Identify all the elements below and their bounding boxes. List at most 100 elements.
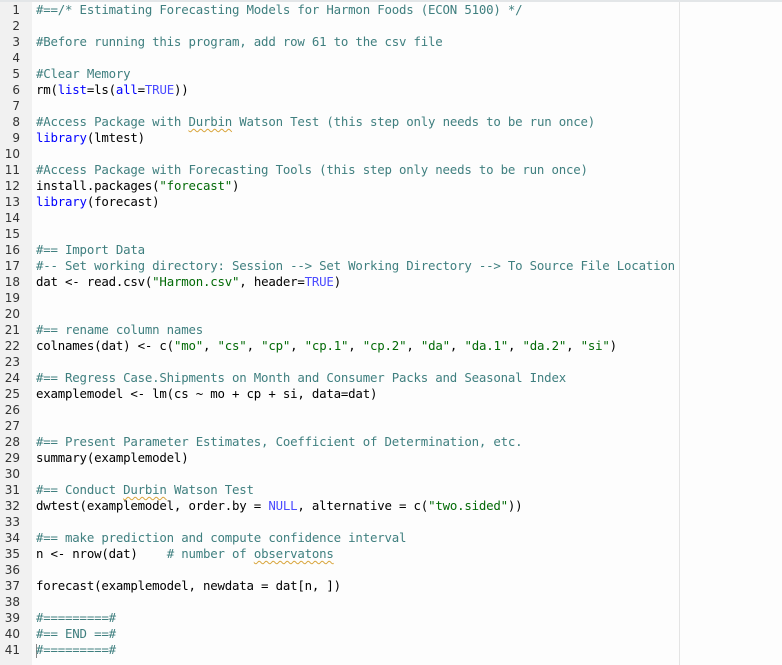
code-text[interactable]: n <- nrow(dat) # number of observatons (36, 546, 334, 562)
code-line[interactable]: 31 #== Conduct Durbin Watson Test (0, 482, 782, 498)
code-line[interactable]: 32 dwtest(examplemodel, order.by = NULL, … (0, 498, 782, 514)
code-text[interactable]: #=========# (36, 642, 116, 658)
code-line[interactable]: 21 #== rename column names (0, 322, 782, 338)
code-editor[interactable]: 1 #==/* Estimating Forecasting Models for… (0, 2, 782, 665)
code-line[interactable]: 8 #Access Package with Durbin Watson Test… (0, 114, 782, 130)
line-number: 28 (4, 435, 20, 449)
code-constant: TRUE (304, 274, 334, 289)
code-line[interactable]: 11 #Access Package with Forecasting Tools… (0, 162, 782, 178)
code-line[interactable]: 18 dat <- read.csv("Harmon.csv", header=T… (0, 274, 782, 290)
code-text[interactable]: #=========# (36, 610, 116, 626)
code-line[interactable]: 3 #Before running this program, add row 6… (0, 34, 782, 50)
code-string: "cp.2" (362, 338, 407, 353)
line-number: 21 (4, 323, 20, 337)
line-number: 36 (4, 563, 20, 577)
code-keyword: library (36, 194, 87, 209)
code-token: rm( (36, 82, 58, 97)
code-string: "da" (420, 338, 450, 353)
code-line[interactable]: 20 (0, 306, 782, 322)
code-line[interactable]: 17 #-- Set working directory: Session -->… (0, 258, 782, 274)
code-text[interactable]: library(forecast) (36, 194, 160, 210)
code-line[interactable]: 12 install.packages("forecast") (0, 178, 782, 194)
code-comment: #Access Package with Forecasting Tools (… (36, 162, 588, 177)
code-line[interactable]: 25 examplemodel <- lm(cs ~ mo + cp + si, … (0, 386, 782, 402)
code-line[interactable]: 14 (0, 210, 782, 226)
code-line[interactable]: 16 #== Import Data (0, 242, 782, 258)
code-text[interactable]: #== rename column names (36, 322, 203, 338)
code-string: "forecast" (159, 178, 233, 193)
code-text[interactable]: #Access Package with Forecasting Tools (… (36, 162, 588, 178)
code-text[interactable]: #== Regress Case.Shipments on Month and … (36, 370, 566, 386)
code-token: ) (333, 274, 341, 289)
code-line[interactable]: 4 (0, 50, 782, 66)
code-string: "cp" (261, 338, 291, 353)
code-line[interactable]: 23 (0, 354, 782, 370)
code-text[interactable]: #Before running this program, add row 61… (36, 34, 443, 50)
code-comment: #== Present Parameter Estimates, Coeffic… (36, 434, 523, 449)
code-line[interactable]: 27 (0, 418, 782, 434)
code-text[interactable]: #== Conduct Durbin Watson Test (36, 482, 254, 498)
code-token: )) (173, 82, 189, 97)
code-text[interactable]: #-- Set working directory: Session --> S… (36, 258, 675, 274)
code-text[interactable]: colnames(dat) <- c("mo", "cs", "cp", "cp… (36, 338, 617, 354)
code-token: , (406, 338, 421, 353)
code-text[interactable]: forecast(examplemodel, newdata = dat[n, … (36, 578, 341, 594)
line-number: 26 (4, 403, 20, 417)
code-line[interactable]: 19 (0, 290, 782, 306)
code-comment: #== Conduct (36, 482, 124, 497)
line-number: 30 (4, 467, 20, 481)
code-lines[interactable]: 1 #==/* Estimating Forecasting Models for… (0, 2, 782, 658)
code-text[interactable]: dwtest(examplemodel, order.by = NULL, al… (36, 498, 523, 514)
code-text[interactable]: summary(examplemodel) (36, 450, 189, 466)
code-text[interactable]: install.packages("forecast") (36, 178, 240, 194)
line-number: 14 (4, 211, 20, 225)
line-number: 5 (12, 67, 20, 81)
code-line[interactable]: 36 (0, 562, 782, 578)
code-line[interactable]: 7 (0, 98, 782, 114)
code-line[interactable]: 41 #=========# (0, 642, 782, 658)
line-number: 23 (4, 355, 20, 369)
code-line[interactable]: 9 library(lmtest) (0, 130, 782, 146)
code-token: , (508, 338, 523, 353)
line-number: 9 (12, 131, 20, 145)
code-text[interactable]: #Clear Memory (36, 66, 131, 82)
code-line[interactable]: 13 library(forecast) (0, 194, 782, 210)
code-line[interactable]: 5 #Clear Memory (0, 66, 782, 82)
code-line[interactable]: 39 #=========# (0, 610, 782, 626)
code-line[interactable]: 30 (0, 466, 782, 482)
code-line[interactable]: 22 colnames(dat) <- c("mo", "cs", "cp", "… (0, 338, 782, 354)
code-line[interactable]: 10 (0, 146, 782, 162)
code-line[interactable]: 28 #== Present Parameter Estimates, Coeff… (0, 434, 782, 450)
code-text[interactable]: #== Present Parameter Estimates, Coeffic… (36, 434, 523, 450)
code-line[interactable]: 38 (0, 594, 782, 610)
code-token: examplemodel <- lm(cs ~ mo + cp + si, da… (36, 386, 378, 401)
print-margin-line (679, 2, 680, 665)
code-token: forecast(examplemodel, newdata = dat[n, … (36, 578, 341, 593)
code-line[interactable]: 29 summary(examplemodel) (0, 450, 782, 466)
code-text[interactable]: #== END ==# (36, 626, 116, 642)
code-text[interactable]: #== Import Data (36, 242, 145, 258)
code-line[interactable]: 15 (0, 226, 782, 242)
code-line[interactable]: 6 rm(list=ls(all=TRUE)) (0, 82, 782, 98)
code-line[interactable]: 34 #== make prediction and compute confid… (0, 530, 782, 546)
code-text[interactable]: rm(list=ls(all=TRUE)) (36, 82, 189, 98)
code-line[interactable]: 1 #==/* Estimating Forecasting Models for… (0, 2, 782, 18)
code-token: ) (232, 178, 240, 193)
code-text[interactable]: library(lmtest) (36, 130, 145, 146)
code-text[interactable]: examplemodel <- lm(cs ~ mo + cp + si, da… (36, 386, 377, 402)
code-text[interactable]: dat <- read.csv("Harmon.csv", header=TRU… (36, 274, 341, 290)
code-token: , (202, 338, 218, 353)
code-line[interactable]: 37 forecast(examplemodel, newdata = dat[n… (0, 578, 782, 594)
code-token: install.packages( (36, 178, 160, 193)
code-line[interactable]: 35 n <- nrow(dat) # number of observatons (0, 546, 782, 562)
code-line[interactable]: 24 #== Regress Case.Shipments on Month an… (0, 370, 782, 386)
code-line[interactable]: 40 #== END ==# (0, 626, 782, 642)
line-number: 2 (12, 19, 20, 33)
code-line[interactable]: 2 (0, 18, 782, 34)
code-text[interactable]: #Access Package with Durbin Watson Test … (36, 114, 595, 130)
code-text[interactable]: #== make prediction and compute confiden… (36, 530, 406, 546)
code-line[interactable]: 26 (0, 402, 782, 418)
code-text[interactable]: #==/* Estimating Forecasting Models for … (36, 2, 523, 18)
code-line[interactable]: 33 (0, 514, 782, 530)
line-number: 31 (4, 483, 20, 497)
